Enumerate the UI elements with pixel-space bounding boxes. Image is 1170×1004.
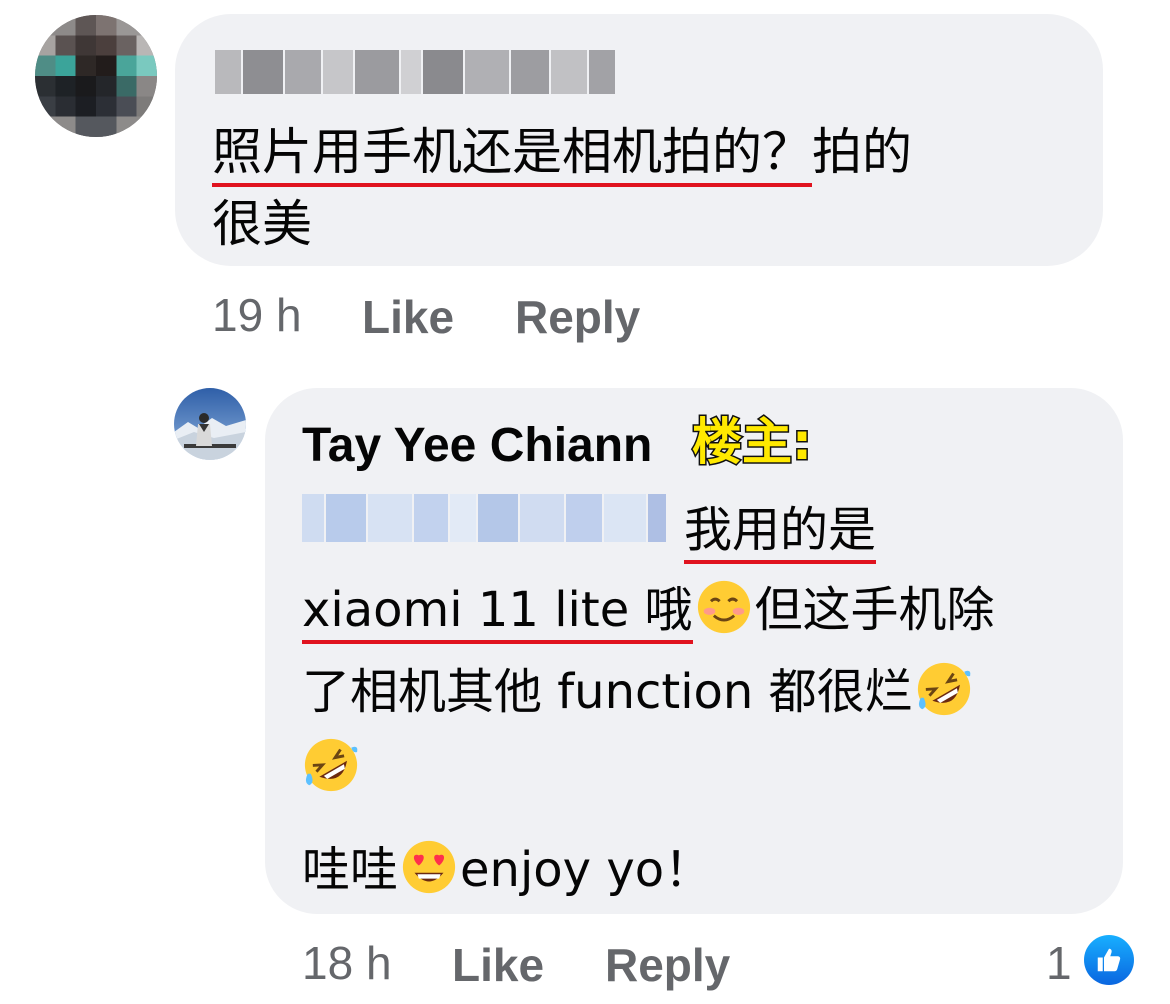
- like-reaction-badge[interactable]: [1082, 933, 1136, 987]
- comment-timestamp[interactable]: 19 h: [212, 288, 302, 342]
- like-button[interactable]: Like: [452, 938, 544, 992]
- reply-author-avatar[interactable]: [174, 388, 246, 460]
- commenter-avatar[interactable]: [35, 15, 157, 137]
- smiling-face-icon: [695, 578, 753, 636]
- reaction-count[interactable]: 1: [1046, 936, 1072, 990]
- reply-author-name[interactable]: Tay Yee Chiann: [302, 418, 652, 473]
- original-poster-tag: 楼主:: [691, 412, 814, 473]
- reply-text-fragment: 但这手机除: [754, 582, 995, 638]
- comment-text-line: 照片用手机还是相机拍的？拍的: [212, 112, 912, 187]
- highlighted-answer: 我用的是: [684, 502, 877, 564]
- thumbs-up-icon: [1084, 935, 1134, 985]
- highlighted-phone-model: xiaomi 11 lite 哦: [302, 582, 693, 644]
- rolling-laughing-icon: [915, 660, 973, 718]
- reply-text-line: xiaomi 11 lite 哦 但这手机除: [302, 570, 995, 644]
- like-button[interactable]: Like: [362, 290, 454, 344]
- comment-thread: 照片用手机还是相机拍的？拍的 很美 19 h Like Reply Tay Ye…: [0, 0, 1170, 1004]
- commenter-name-obscured[interactable]: [215, 50, 615, 94]
- comment-text-line: 很美: [212, 195, 312, 253]
- reply-text-line: 了相机其他 function 都很烂: [302, 652, 975, 722]
- reply-text-line: [302, 736, 362, 796]
- pixelated-avatar-icon: [35, 15, 157, 137]
- reply-button[interactable]: Reply: [515, 290, 640, 344]
- mentioned-user-obscured[interactable]: [302, 494, 666, 542]
- reply-text-fragment: 我用的是: [684, 490, 877, 564]
- reply-text-fragment: 了相机其他 function 都很烂: [302, 664, 913, 720]
- reply-text-line: 哇哇 enjoy yo！: [302, 830, 712, 900]
- reply-timestamp[interactable]: 18 h: [302, 936, 392, 990]
- reply-text-fragment: enjoy yo！: [460, 842, 713, 898]
- comment-text-fragment: 拍的: [812, 123, 912, 181]
- reply-button[interactable]: Reply: [605, 938, 730, 992]
- heart-eyes-icon: [400, 838, 458, 896]
- mountain-photo-avatar-icon: [174, 388, 246, 460]
- rolling-laughing-icon: [302, 736, 360, 794]
- reply-text-fragment: 哇哇: [302, 842, 399, 898]
- highlighted-question: 照片用手机还是相机拍的？: [212, 123, 812, 187]
